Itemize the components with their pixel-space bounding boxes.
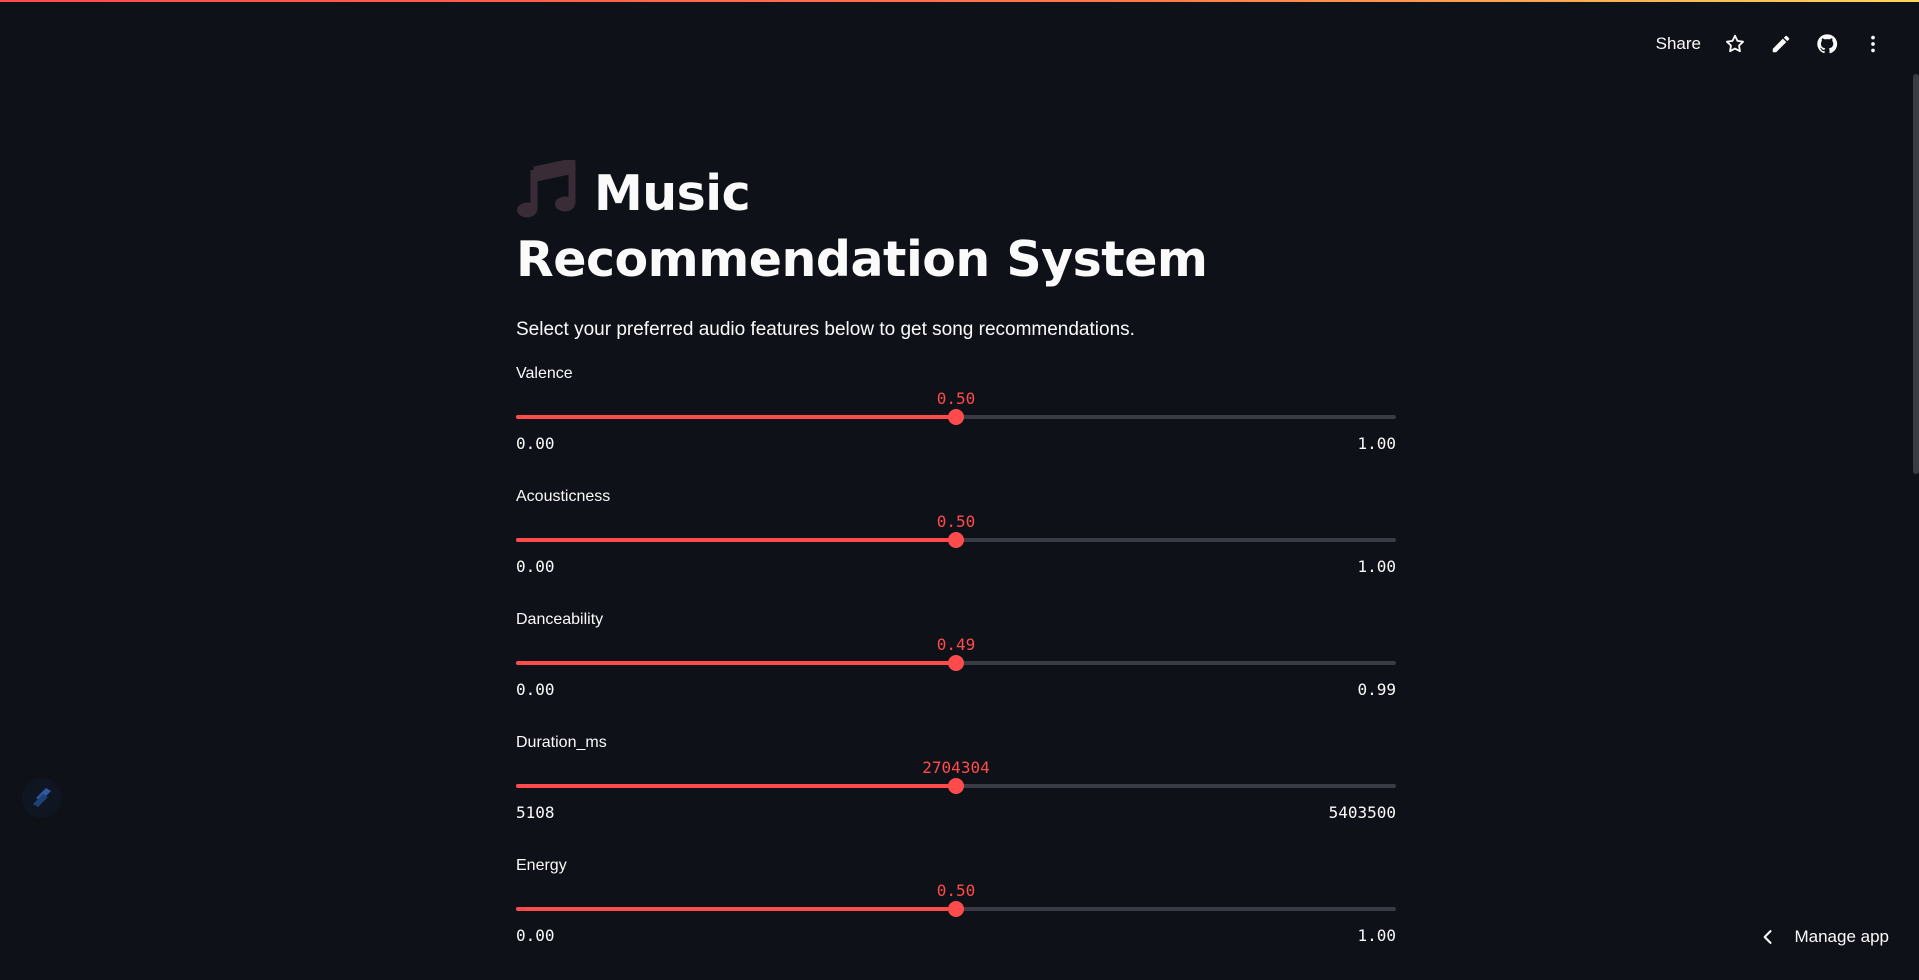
slider-min-value: 0.00 — [516, 557, 555, 576]
slider-fill — [516, 415, 956, 419]
slider-duration-ms: Duration_ms 2704304 5108 5403500 — [516, 734, 1396, 857]
slider-thumb[interactable] — [948, 532, 964, 548]
page-scrollbar[interactable] — [1913, 74, 1919, 474]
slider-label: Energy — [516, 857, 567, 875]
slider-fill — [516, 538, 956, 542]
slider-min-value: 0.00 — [516, 680, 555, 699]
slider-min-value: 0.00 — [516, 926, 555, 945]
slider-fill — [516, 907, 956, 911]
slider-thumb[interactable] — [948, 655, 964, 671]
slider-current-value: 0.50 — [937, 881, 976, 900]
slider-valence: Valence 0.50 0.00 1.00 — [516, 365, 1396, 488]
slider-fill — [516, 784, 956, 788]
top-decoration-bar — [0, 0, 1919, 2]
slider-label: Valence — [516, 365, 573, 383]
slider-current-value: 0.49 — [937, 635, 976, 654]
page-title-text: Music Recommendation System — [516, 165, 1207, 288]
page-description: Select your preferred audio features bel… — [516, 319, 1396, 341]
slider-list: Valence 0.50 0.00 1.00 Acousticness 0.50… — [516, 365, 1396, 980]
streamlit-logo-icon[interactable] — [22, 778, 62, 818]
slider-thumb[interactable] — [948, 901, 964, 917]
slider-current-value: 0.50 — [937, 512, 976, 531]
slider-danceability: Danceability 0.49 0.00 0.99 — [516, 611, 1396, 734]
slider-thumb[interactable] — [948, 409, 964, 425]
slider-min-value: 0.00 — [516, 434, 555, 453]
slider-max-value: 1.00 — [1357, 557, 1396, 576]
main-content: Music Recommendation System Select your … — [516, 160, 1396, 980]
share-button[interactable]: Share — [1656, 34, 1701, 54]
slider-max-value: 5403500 — [1329, 803, 1396, 822]
slider-acousticness: Acousticness 0.50 0.00 1.00 — [516, 488, 1396, 611]
star-icon[interactable] — [1723, 32, 1747, 56]
slider-max-value: 1.00 — [1357, 926, 1396, 945]
pencil-icon[interactable] — [1769, 32, 1793, 56]
slider-current-value: 0.50 — [937, 389, 976, 408]
github-icon[interactable] — [1815, 32, 1839, 56]
slider-max-value: 1.00 — [1357, 434, 1396, 453]
slider-fill — [516, 661, 956, 665]
slider-current-value: 2704304 — [922, 758, 989, 777]
slider-thumb[interactable] — [948, 778, 964, 794]
more-vert-icon[interactable] — [1861, 32, 1885, 56]
slider-min-value: 5108 — [516, 803, 555, 822]
slider-label: Acousticness — [516, 488, 610, 506]
manage-app-label: Manage app — [1794, 927, 1889, 947]
manage-app-button[interactable]: Manage app — [1758, 927, 1889, 947]
slider-label: Danceability — [516, 611, 603, 629]
page-title: Music Recommendation System — [516, 160, 1216, 293]
slider-max-value: 0.99 — [1357, 680, 1396, 699]
music-notes-icon — [516, 160, 576, 218]
chevron-left-icon — [1758, 927, 1778, 947]
slider-energy: Energy 0.50 0.00 1.00 — [516, 857, 1396, 980]
app-toolbar: Share — [1656, 28, 1885, 60]
slider-label: Duration_ms — [516, 734, 607, 752]
